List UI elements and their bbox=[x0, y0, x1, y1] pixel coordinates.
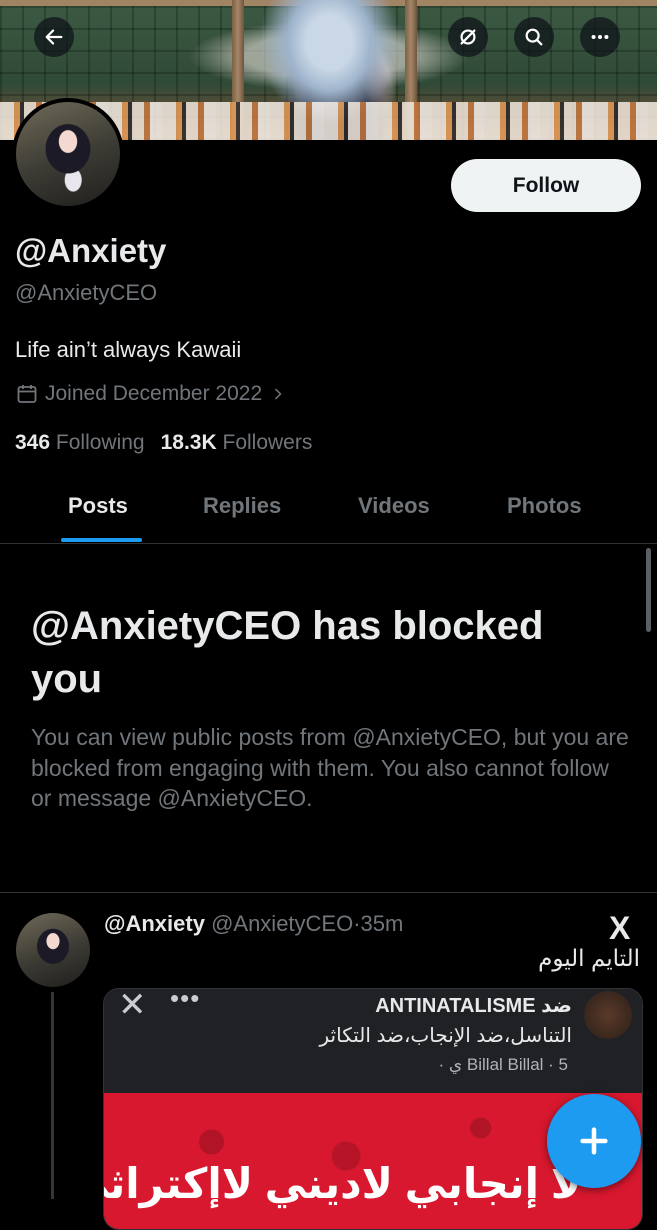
media-group-title: ضد ANTINATALISME bbox=[375, 995, 572, 1017]
followers-count: 18.3K bbox=[160, 431, 217, 454]
joined-date[interactable]: Joined December 2022 bbox=[15, 382, 288, 406]
active-tab-indicator bbox=[61, 538, 142, 542]
scrollbar[interactable] bbox=[646, 548, 651, 632]
grok-icon bbox=[460, 29, 476, 45]
grok-button[interactable] bbox=[448, 17, 488, 57]
post-time[interactable]: 35m bbox=[361, 911, 404, 936]
followers-link[interactable]: 18.3K Followers bbox=[161, 431, 313, 455]
post-text: التايم اليوم bbox=[538, 945, 640, 971]
compose-button[interactable] bbox=[547, 1094, 641, 1188]
more-icon bbox=[591, 34, 609, 40]
media-meta: Billal Billal · 5 ي · bbox=[438, 1055, 568, 1074]
post-author-name[interactable]: @Anxiety bbox=[104, 911, 205, 936]
tab-replies[interactable]: Replies bbox=[203, 493, 281, 519]
media-group-subtitle: التناسل،ضد الإنجاب،ضد التكاثر bbox=[319, 1025, 573, 1047]
search-icon bbox=[525, 28, 543, 46]
back-button[interactable] bbox=[34, 17, 74, 57]
chevron-right-icon bbox=[275, 388, 282, 400]
more-button[interactable] bbox=[580, 17, 620, 57]
follow-button[interactable]: Follow bbox=[451, 159, 641, 212]
tab-posts[interactable]: Posts bbox=[68, 493, 128, 519]
post-header: @Anxiety @AnxietyCEO·35m bbox=[104, 911, 403, 937]
close-icon: ✕ bbox=[118, 988, 147, 1024]
blocked-description: You can view public posts from @AnxietyC… bbox=[31, 724, 629, 811]
following-link[interactable]: 346 Following bbox=[15, 431, 145, 455]
profile-stats: 346 Following 18.3K Followers bbox=[15, 431, 312, 455]
media-overlay-text: لا إنجابي لاديني لاإكتراثي bbox=[103, 1160, 582, 1207]
profile-tabs: Posts Replies Videos Photos bbox=[0, 477, 657, 544]
followers-label: Followers bbox=[222, 431, 313, 454]
post-author-handle[interactable]: @AnxietyCEO bbox=[211, 911, 353, 936]
plus-icon bbox=[580, 1127, 608, 1155]
tab-videos[interactable]: Videos bbox=[358, 493, 430, 519]
joined-label: Joined December 2022 bbox=[45, 382, 263, 405]
blocked-title: @AnxietyCEO has blocked you bbox=[31, 604, 544, 701]
post-separator: · bbox=[353, 911, 361, 936]
group-avatar bbox=[584, 991, 632, 1039]
following-label: Following bbox=[55, 431, 145, 454]
more-icon: ••• bbox=[170, 988, 201, 1013]
x-logo-icon: X bbox=[609, 910, 631, 946]
arrow-left-icon bbox=[45, 29, 63, 45]
media-header: ✕ ••• ضد ANTINATALISME التناسل،ضد الإنجا… bbox=[104, 989, 642, 1093]
profile-handle: @AnxietyCEO bbox=[15, 280, 158, 305]
calendar-icon bbox=[17, 385, 37, 403]
thread-line bbox=[51, 992, 54, 1199]
divider bbox=[0, 892, 657, 893]
following-count: 346 bbox=[15, 431, 51, 454]
tab-photos[interactable]: Photos bbox=[507, 493, 582, 519]
post-avatar[interactable] bbox=[16, 913, 90, 987]
profile-bio: Life ain’t always Kawaii bbox=[15, 337, 242, 362]
profile-name: @Anxiety bbox=[15, 232, 167, 269]
profile-avatar[interactable] bbox=[12, 98, 124, 210]
search-button[interactable] bbox=[514, 17, 554, 57]
